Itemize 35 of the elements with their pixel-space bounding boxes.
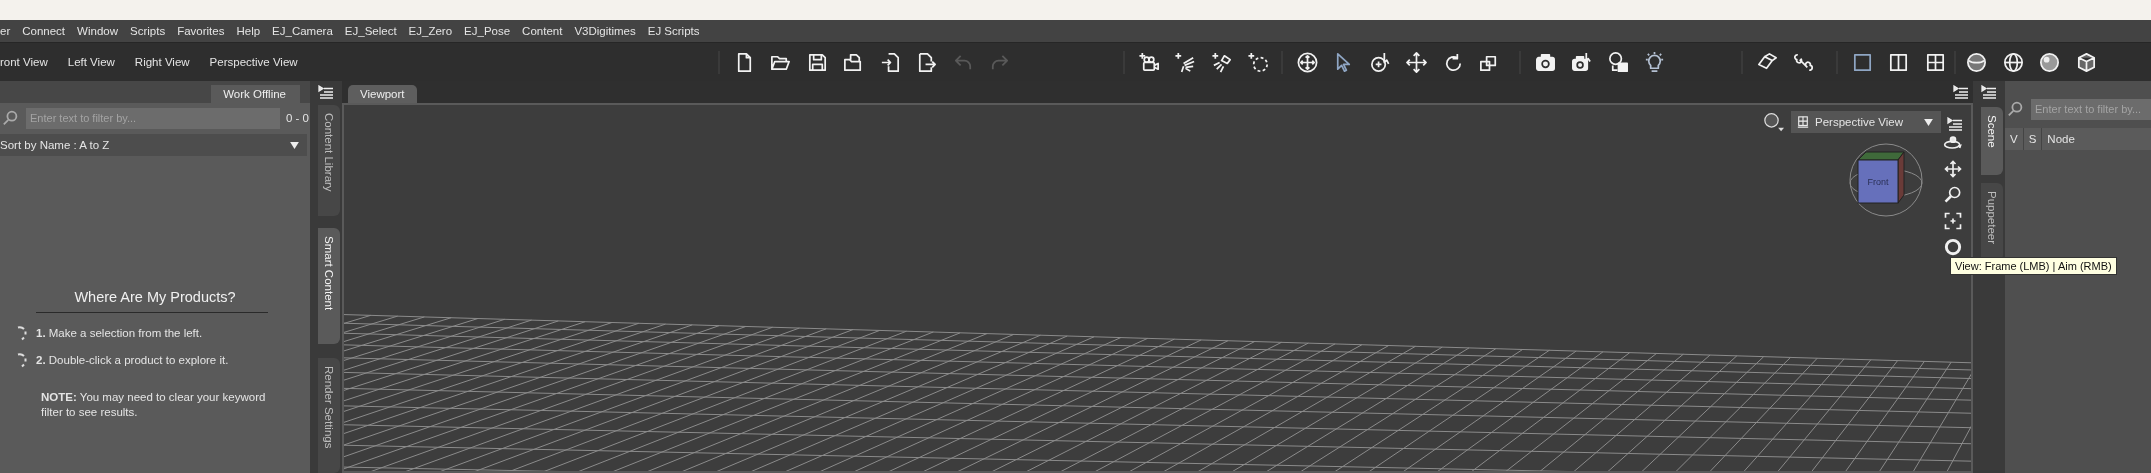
column-header[interactable]: V [2005,128,2024,150]
instruction-text: 1. Make a selection from the left. [36,327,203,339]
work-offline-tab[interactable]: Work Offline [211,85,300,103]
menu-item[interactable]: EJ_Pose [464,25,511,37]
note-text: NOTE: You may need to clear your keyword filter to see results. [41,390,267,420]
menu-item[interactable]: EJ_Select [344,25,397,37]
panel-tab[interactable]: Smart Content [318,228,340,344]
view-button[interactable]: Right View [134,56,190,68]
tooltip: View: Frame (LMB) | Aim (RMB) [1950,257,2117,275]
menu-item[interactable]: EJ_Zero [408,25,453,37]
menu-item[interactable]: EJ_Camera [272,25,333,37]
menu-item[interactable]: Window [77,25,118,37]
viewport-tab[interactable]: Viewport [348,85,417,103]
menu-item[interactable]: er [0,25,11,37]
menu-item[interactable]: Content [522,25,563,37]
panel-tab[interactable]: Content Library [318,105,340,217]
panel-tab[interactable]: Scene [1981,107,2003,175]
column-header[interactable]: S [2023,128,2043,150]
panel-tab[interactable]: Render Settings [318,357,340,473]
view-button[interactable]: ront View [0,56,48,68]
panel-heading: Where Are My Products? [73,289,237,305]
camera-dropdown[interactable]: Perspective View [1791,111,1941,133]
menu-item[interactable]: Scripts [130,25,166,37]
column-header[interactable]: Node [2042,128,2151,150]
sort-dropdown[interactable]: Sort by Name : A to Z [0,134,307,156]
view-button[interactable]: Left View [67,56,115,68]
result-count: 0 - 0 [286,112,309,124]
menu-item[interactable]: Connect [22,25,66,37]
menu-item[interactable]: Favorites [177,25,225,37]
cube-face-label: Front [1867,177,1889,187]
instruction-text: 2. Double-click a product to explore it. [36,354,229,366]
menu-item[interactable]: Help [236,25,261,37]
view-button[interactable]: Perspective View [209,56,298,68]
menu-item[interactable]: V3Digitimes [574,25,636,37]
menu-item[interactable]: EJ Scripts [647,25,700,37]
